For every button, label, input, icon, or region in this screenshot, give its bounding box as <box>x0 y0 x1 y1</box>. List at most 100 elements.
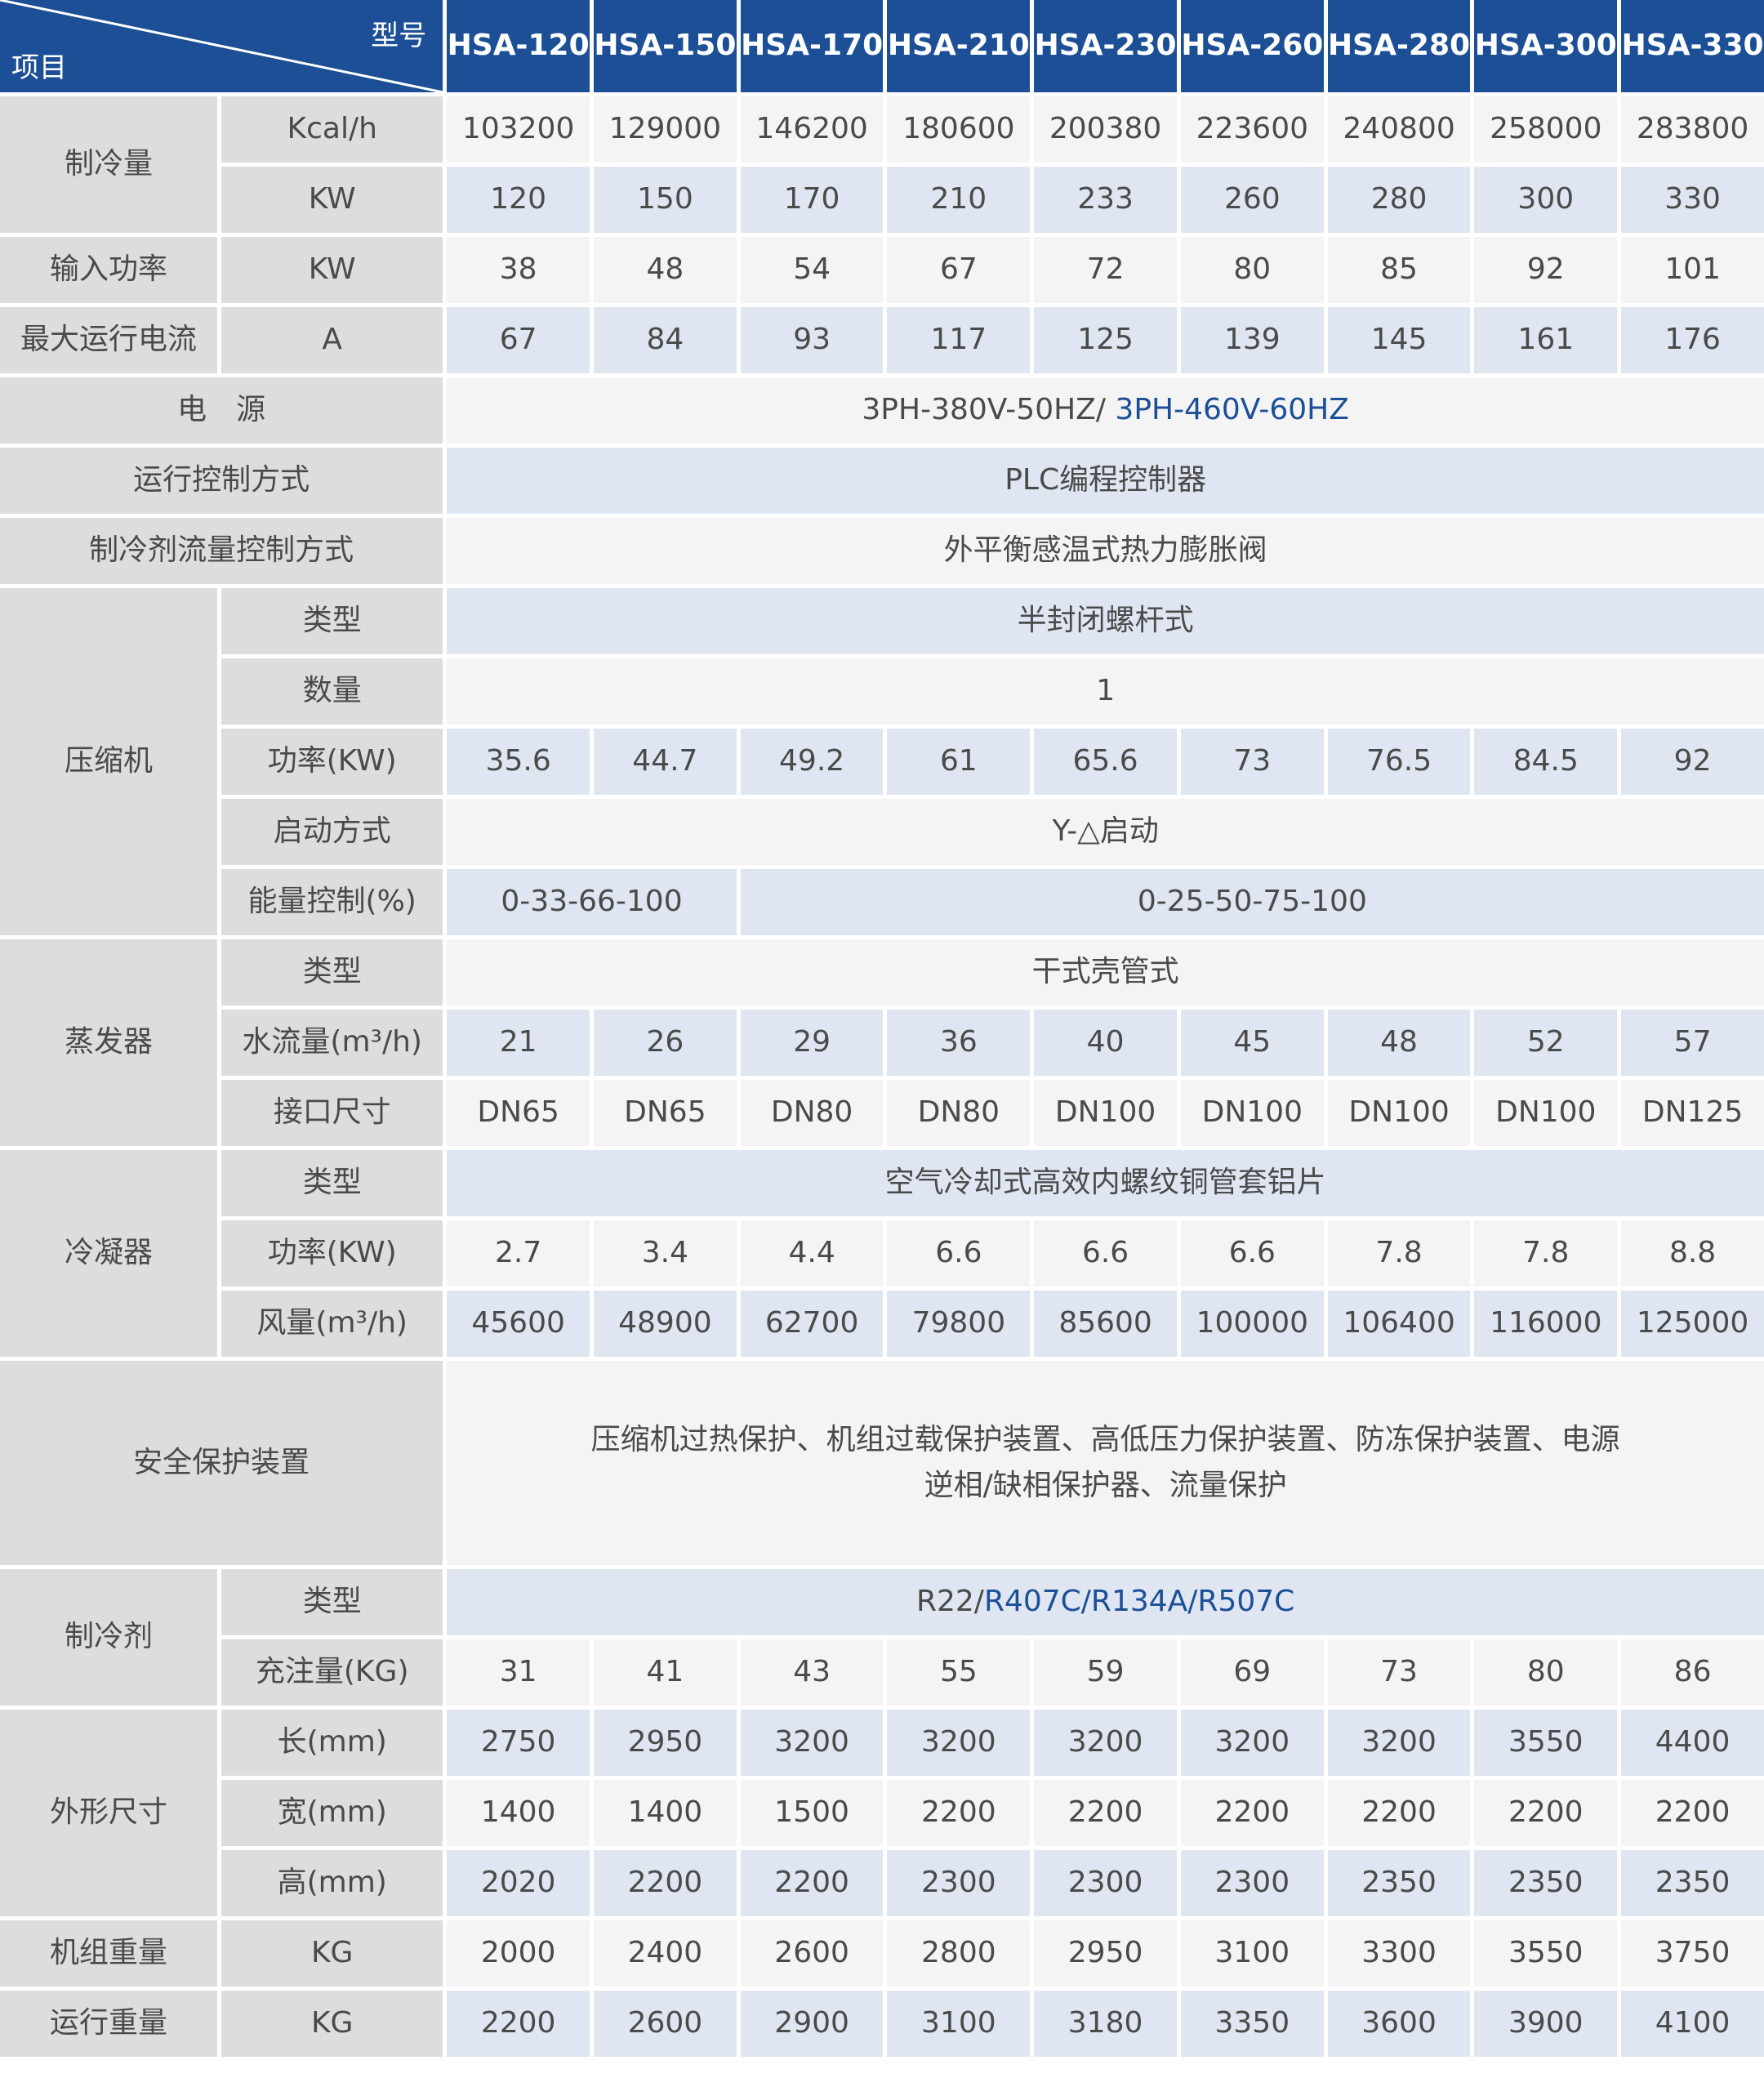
table-cell: 2020 <box>447 1850 590 1916</box>
table-cell: DN125 <box>1621 1080 1764 1146</box>
table-row-input-power: 输入功率 KW 38 48 54 67 72 80 85 92 101 <box>0 237 1764 303</box>
table-cell: 3100 <box>887 1991 1031 2057</box>
sub-label: 高(mm) <box>221 1850 443 1916</box>
model-header: HSA-300 <box>1474 0 1618 92</box>
table-cell: DN80 <box>740 1080 884 1146</box>
table-cell: 2800 <box>887 1920 1031 1987</box>
table-row-dim-width: 宽(mm) 1400 1400 1500 2200 2200 2200 2200… <box>0 1780 1764 1846</box>
table-cell: 129000 <box>594 96 737 163</box>
power-supply-main: 3PH-380V-50HZ/ <box>862 393 1116 427</box>
sub-label: 长(mm) <box>221 1710 443 1776</box>
table-row-control: 运行控制方式 PLC编程控制器 <box>0 448 1764 514</box>
table-cell: 200380 <box>1034 96 1177 163</box>
table-cell: 21 <box>447 1010 590 1076</box>
table-cell: 6.6 <box>1034 1220 1177 1287</box>
table-cell: 2200 <box>1327 1780 1471 1846</box>
refrigerant-label: 制冷剂 <box>0 1569 218 1706</box>
refrigerant-type-main: R22/ <box>915 1585 984 1619</box>
table-row-max-current: 最大运行电流 A 67 84 93 117 125 139 145 161 17… <box>0 307 1764 373</box>
table-cell: 55 <box>887 1639 1031 1706</box>
model-header: HSA-120 <box>447 0 590 92</box>
table-cell: 2200 <box>594 1850 737 1916</box>
table-cell: DN100 <box>1474 1080 1618 1146</box>
table-cell: 1500 <box>740 1780 884 1846</box>
table-cell: 2350 <box>1474 1850 1618 1916</box>
table-cell: 2300 <box>887 1850 1031 1916</box>
sub-label: 功率(KW) <box>221 729 443 795</box>
table-cell: 2200 <box>1034 1780 1177 1846</box>
table-cell: 120 <box>447 167 590 233</box>
power-supply-value: 3PH-380V-50HZ/ 3PH-460V-60HZ <box>447 377 1764 444</box>
table-cell: 36 <box>887 1010 1031 1076</box>
table-cell: 106400 <box>1327 1291 1471 1357</box>
table-row-condenser-type: 冷凝器 类型 空气冷却式高效内螺纹铜管套铝片 <box>0 1150 1764 1357</box>
model-label: 型号 <box>371 20 427 52</box>
table-row-power-supply: 电 源 3PH-380V-50HZ/ 3PH-460V-60HZ <box>0 377 1764 444</box>
table-cell: 7.8 <box>1474 1220 1618 1287</box>
table-row-compressor-qty: 数量 1 <box>0 658 1764 725</box>
table-cell: 3200 <box>1180 1710 1324 1776</box>
compressor-type-value: 半封闭螺杆式 <box>447 588 1764 654</box>
table-cell: 233 <box>1034 167 1177 233</box>
sub-label: 类型 <box>221 588 443 654</box>
sub-label: 充注量(KG) <box>221 1639 443 1706</box>
input-power-label: 输入功率 <box>0 237 218 303</box>
energy-control-value-b: 0-25-50-75-100 <box>740 869 1764 935</box>
table-cell: 139 <box>1180 307 1324 373</box>
refrigerant-flow-value: 外平衡感温式热力膨胀阀 <box>447 518 1764 584</box>
model-header: HSA-330 <box>1621 0 1764 92</box>
table-cell: 3750 <box>1621 1920 1764 1987</box>
table-row-dim-height: 高(mm) 2020 2200 2200 2300 2300 2300 2350… <box>0 1850 1764 1916</box>
table-row-unit-weight: 机组重量 KG 2000 2400 2600 2800 2950 3100 33… <box>0 1920 1764 1987</box>
power-supply-alt: 3PH-460V-60HZ <box>1115 393 1349 427</box>
table-cell: 100000 <box>1180 1291 1324 1357</box>
table-cell: 3.4 <box>594 1220 737 1287</box>
table-cell: 3200 <box>887 1710 1031 1776</box>
table-cell: 101 <box>1621 237 1764 303</box>
table-cell: 52 <box>1474 1010 1618 1076</box>
operating-weight-label: 运行重量 <box>0 1991 218 2057</box>
table-cell: 2950 <box>1034 1920 1177 1987</box>
table-cell: 260 <box>1180 167 1324 233</box>
table-cell: 4.4 <box>740 1220 884 1287</box>
table-cell: 3900 <box>1474 1991 1618 2057</box>
table-cell: 45600 <box>447 1291 590 1357</box>
table-cell: 2300 <box>1180 1850 1324 1916</box>
table-cell: 65.6 <box>1034 729 1177 795</box>
compressor-start-value: Y-△启动 <box>447 799 1764 865</box>
table-cell: 49.2 <box>740 729 884 795</box>
table-cell: 59 <box>1034 1639 1177 1706</box>
table-cell: 2200 <box>447 1991 590 2057</box>
table-cell: 93 <box>740 307 884 373</box>
safety-label: 安全保护装置 <box>0 1361 443 1565</box>
table-cell: 67 <box>447 307 590 373</box>
condenser-type-value: 空气冷却式高效内螺纹铜管套铝片 <box>447 1150 1764 1216</box>
table-cell: 180600 <box>887 96 1031 163</box>
table-cell: 67 <box>887 237 1031 303</box>
sub-label: 数量 <box>221 658 443 725</box>
table-cell: 85600 <box>1034 1291 1177 1357</box>
evaporator-label: 蒸发器 <box>0 939 218 1146</box>
sub-label: 类型 <box>221 939 443 1006</box>
table-row-compressor-start: 启动方式 Y-△启动 <box>0 799 1764 865</box>
table-cell: 86 <box>1621 1639 1764 1706</box>
table-cell: 43 <box>740 1639 884 1706</box>
power-supply-label: 电 源 <box>0 377 443 444</box>
unit-label: KG <box>221 1920 443 1987</box>
table-cell: 1400 <box>594 1780 737 1846</box>
table-cell: 4400 <box>1621 1710 1764 1776</box>
table-cell: 48 <box>594 237 737 303</box>
table-row-compressor-type: 压缩机 类型 半封闭螺杆式 <box>0 588 1764 935</box>
table-cell: 26 <box>594 1010 737 1076</box>
table-cell: 44.7 <box>594 729 737 795</box>
table-cell: DN100 <box>1180 1080 1324 1146</box>
unit-label: KG <box>221 1991 443 2057</box>
sub-label: 风量(m³/h) <box>221 1291 443 1357</box>
table-cell: 223600 <box>1180 96 1324 163</box>
max-current-label: 最大运行电流 <box>0 307 218 373</box>
unit-label: KW <box>221 167 443 233</box>
table-row-condenser-power: 功率(KW) 2.7 3.4 4.4 6.6 6.6 6.6 7.8 7.8 8… <box>0 1220 1764 1287</box>
table-cell: 3350 <box>1180 1991 1324 2057</box>
table-row-evaporator-type: 蒸发器 类型 干式壳管式 <box>0 939 1764 1146</box>
sub-label: 启动方式 <box>221 799 443 865</box>
